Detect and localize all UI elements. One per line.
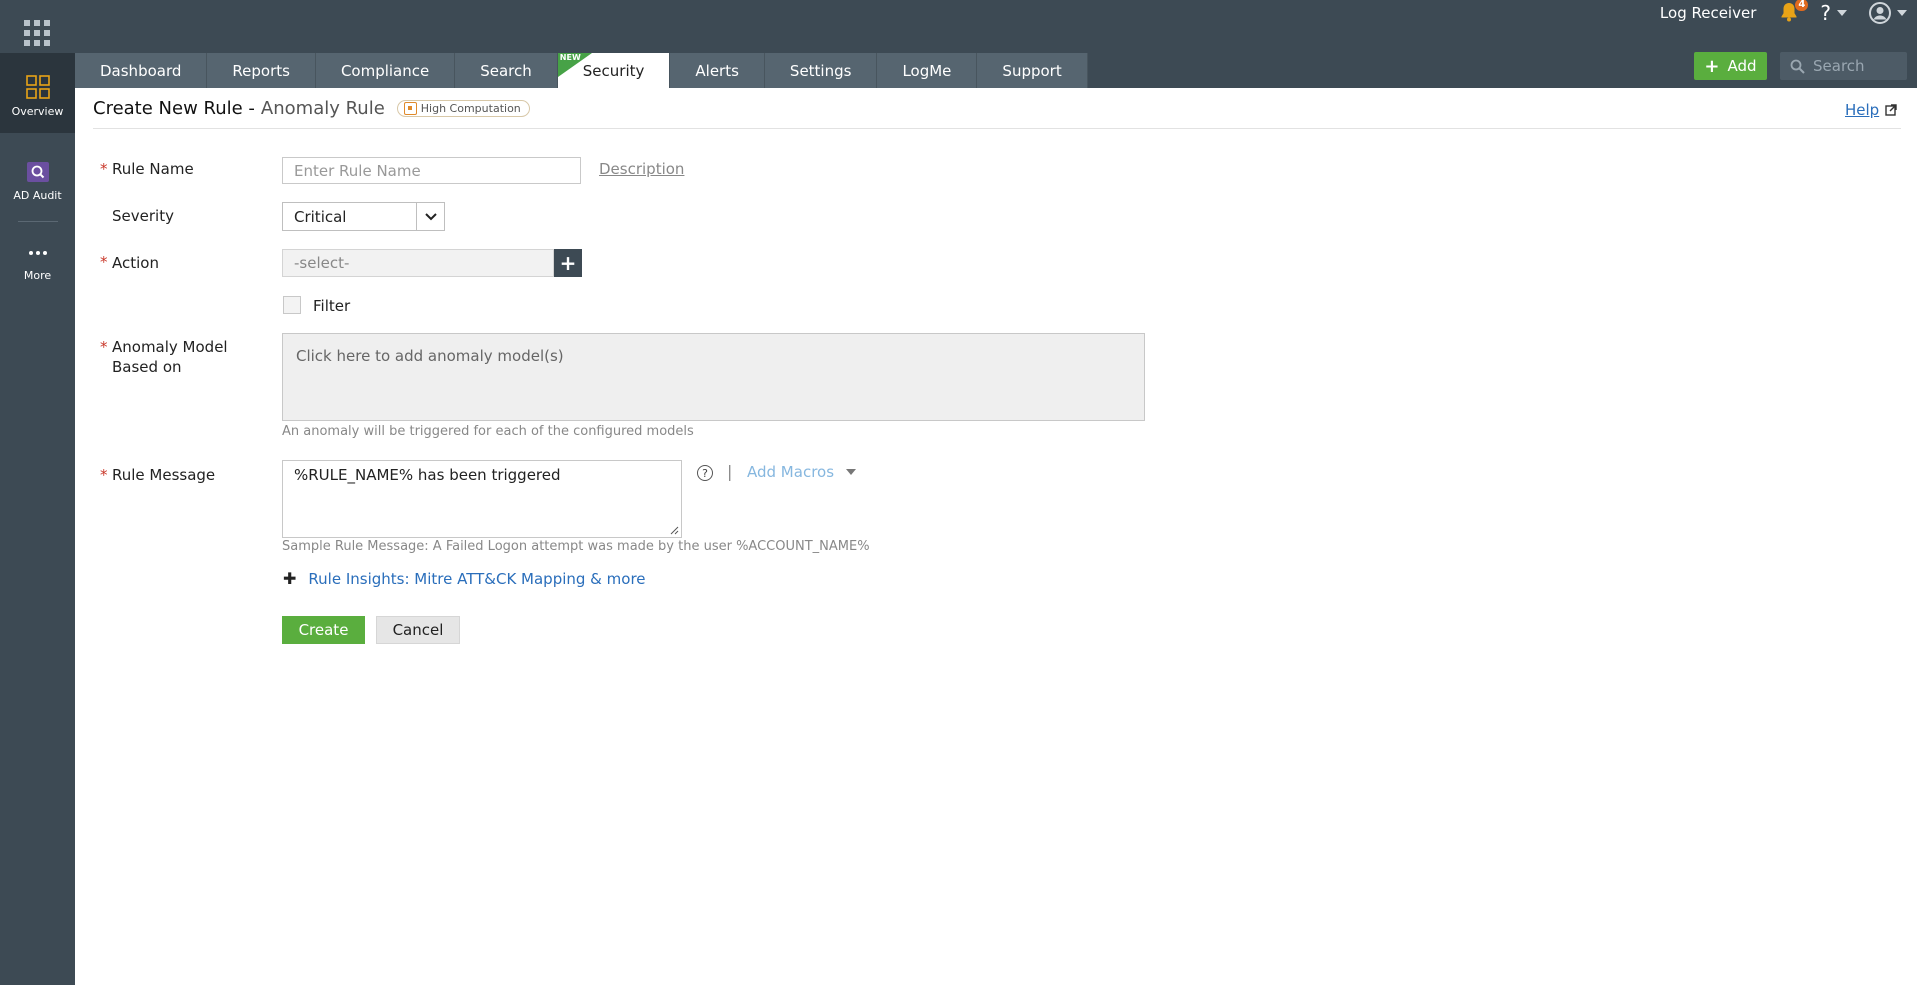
sidebar-item-more[interactable]: More <box>0 243 75 282</box>
computation-icon <box>403 101 417 115</box>
page-header: Create New Rule - Anomaly Rule High Comp… <box>93 93 530 123</box>
filter-label: Filter <box>313 297 351 315</box>
sidebar-divider <box>18 221 58 222</box>
required-asterisk: * <box>100 466 108 484</box>
rule-name-input[interactable]: Enter Rule Name <box>282 157 581 184</box>
page-subtitle: Anomaly Rule <box>260 97 385 119</box>
sidebar-item-overview[interactable]: Overview <box>0 53 75 133</box>
chevron-down-icon <box>846 469 857 475</box>
top-right-controls: Log Receiver 4 ? <box>1660 0 1917 26</box>
tab-logme[interactable]: LogMe <box>877 53 978 88</box>
more-dots-icon <box>28 251 47 255</box>
severity-select[interactable]: Critical <box>282 202 445 231</box>
required-asterisk: * <box>100 253 108 271</box>
rule-message-label: Rule Message <box>112 466 216 484</box>
search-placeholder: Search <box>1813 57 1865 75</box>
sidebar-item-ad-audit[interactable]: AD Audit <box>0 161 75 202</box>
required-asterisk: * <box>100 338 108 356</box>
sidebar-item-label: More <box>23 269 52 282</box>
action-label: Action <box>112 254 159 272</box>
add-macros-dropdown[interactable]: Add Macros <box>747 463 857 481</box>
high-computation-badge: High Computation <box>396 99 530 117</box>
help-dropdown-caret-icon[interactable] <box>1837 10 1847 16</box>
new-flag-text: NEW <box>559 53 581 62</box>
rule-name-placeholder: Enter Rule Name <box>294 161 421 180</box>
rule-message-value: %RULE_NAME% has been triggered <box>294 466 561 484</box>
ad-audit-icon <box>26 162 49 182</box>
sample-rule-message: Sample Rule Message: A Failed Logon atte… <box>282 539 870 554</box>
main-nav-tabs: Dashboard Reports Compliance Search NEW … <box>75 53 1088 88</box>
tab-dashboard[interactable]: Dashboard <box>75 53 208 88</box>
search-icon <box>1790 59 1805 74</box>
page-title: Create New Rule - <box>93 97 255 119</box>
add-button[interactable]: + Add <box>1694 52 1767 80</box>
anomaly-model-picker[interactable]: Click here to add anomaly model(s) <box>282 333 1145 421</box>
tab-settings[interactable]: Settings <box>764 53 878 88</box>
separator: | <box>727 462 733 481</box>
log-receiver-link[interactable]: Log Receiver <box>1660 4 1756 22</box>
rule-message-textarea[interactable]: %RULE_NAME% has been triggered <box>282 460 682 538</box>
rule-name-label: Rule Name <box>112 160 194 178</box>
resize-handle-icon <box>670 526 679 535</box>
tab-compliance[interactable]: Compliance <box>315 53 456 88</box>
tab-reports[interactable]: Reports <box>207 53 316 88</box>
tab-support[interactable]: Support <box>977 53 1088 88</box>
notifications-bell-icon[interactable]: 4 <box>1780 0 1809 24</box>
anomaly-model-placeholder: Click here to add anomaly model(s) <box>296 347 564 365</box>
anomaly-hint: An anomaly will be triggered for each of… <box>282 424 694 439</box>
rule-message-help-icon[interactable]: ? <box>697 465 713 481</box>
action-value: -select- <box>294 254 350 272</box>
external-link-icon <box>1885 104 1897 116</box>
sidebar-item-label: Overview <box>11 105 64 118</box>
required-asterisk: * <box>100 160 108 178</box>
add-action-button[interactable]: + <box>554 249 582 277</box>
tab-alerts[interactable]: Alerts <box>670 53 765 88</box>
user-menu[interactable] <box>1869 2 1907 24</box>
severity-label: Severity <box>112 207 174 225</box>
user-dropdown-caret-icon[interactable] <box>1897 10 1907 16</box>
app-launcher-icon[interactable] <box>24 20 50 46</box>
left-sidebar: Overview AD Audit More <box>0 53 75 985</box>
global-search-input[interactable]: Search <box>1780 52 1907 80</box>
severity-value: Critical <box>294 207 347 226</box>
filter-checkbox[interactable] <box>283 296 301 314</box>
header-divider <box>93 128 1901 129</box>
anomaly-model-label: Anomaly Model <box>112 338 228 356</box>
rule-insights-link[interactable]: Rule Insights: Mitre ATT&CK Mapping & mo… <box>308 570 645 588</box>
user-avatar-icon <box>1869 2 1891 24</box>
rule-insights-toggle[interactable]: ✚ Rule Insights: Mitre ATT&CK Mapping & … <box>283 569 646 588</box>
overview-grid-icon <box>25 75 50 99</box>
cancel-button[interactable]: Cancel <box>376 616 460 644</box>
plus-icon: ✚ <box>283 569 297 588</box>
help-link[interactable]: Help <box>1845 101 1897 119</box>
tab-security[interactable]: NEW Security <box>557 53 671 88</box>
notification-count-badge: 4 <box>1795 0 1809 11</box>
chevron-down-icon <box>416 203 444 230</box>
tab-search[interactable]: Search <box>455 53 558 88</box>
sidebar-item-label: AD Audit <box>13 189 62 202</box>
help-question-icon[interactable]: ? <box>1820 1 1831 25</box>
plus-icon: + <box>1704 55 1720 77</box>
description-link[interactable]: Description <box>599 160 684 178</box>
plus-icon: + <box>559 251 577 275</box>
anomaly-model-label-line2: Based on <box>112 358 182 376</box>
create-button[interactable]: Create <box>282 616 365 644</box>
action-select[interactable]: -select- <box>282 249 554 277</box>
